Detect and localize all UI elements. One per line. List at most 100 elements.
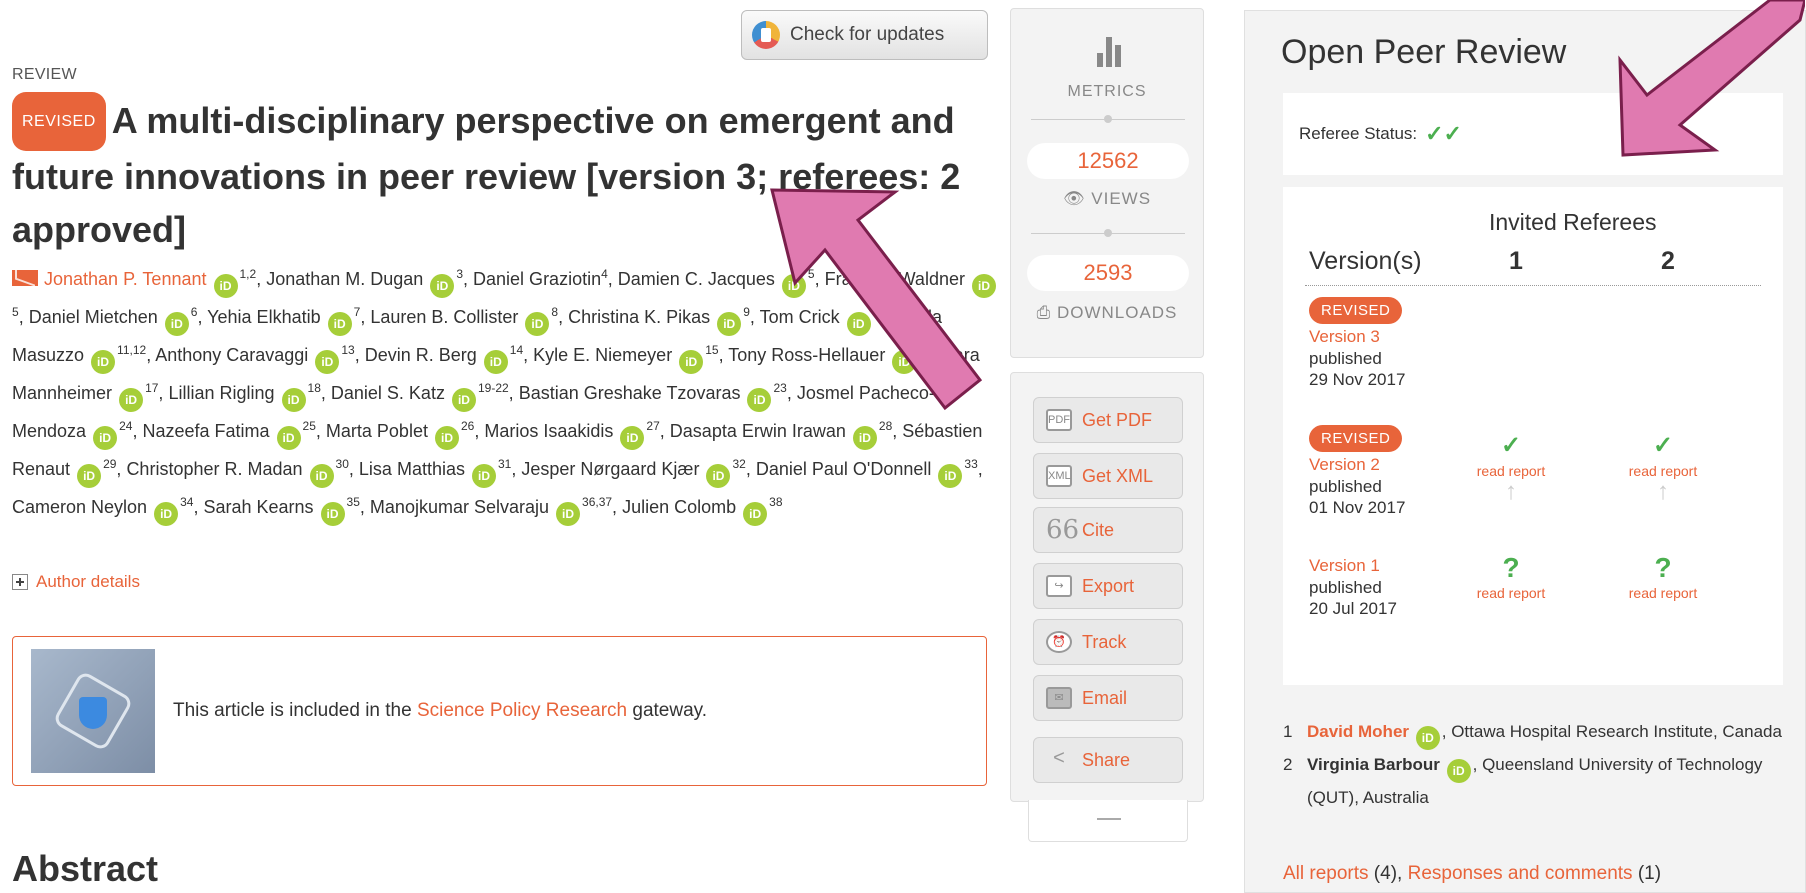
versions-header: Version(s) [1309,247,1422,275]
tools-collapse-handle[interactable] [1028,800,1188,842]
cite-button[interactable]: 66 Cite [1033,507,1183,553]
author[interactable]: Christopher R. Madan iD30 [126,457,349,488]
orcid-icon[interactable]: iD [327,312,352,336]
get-xml-button[interactable]: XML Get XML [1033,453,1183,499]
author[interactable]: Dasapta Erwin Irawan iD28 [670,419,892,450]
author[interactable]: Daniel Mietchen iD6 [29,305,197,336]
affiliation-number: 18 [307,381,321,395]
author[interactable]: Anthony Caravaggi iD13 [155,343,355,374]
orcid-icon[interactable]: iD [213,274,238,298]
orcid-icon[interactable]: iD [706,464,731,488]
orcid-icon[interactable]: iD [852,426,877,450]
author[interactable]: Tony Ross-Hellauer iD16 [728,343,932,374]
version-link[interactable]: Version 3 [1309,326,1405,348]
referee-2-header: 2 [1661,247,1675,275]
orcid-icon[interactable]: iD [119,388,144,412]
orcid-icon[interactable]: iD [620,426,645,450]
orcid-icon[interactable]: iD [938,464,963,488]
author[interactable]: Bastian Greshake Tzovaras iD23 [519,381,787,412]
orcid-icon[interactable]: iD [434,426,459,450]
author-name: Christina K. Pikas [568,307,711,327]
orcid-icon[interactable]: iD [717,312,742,336]
read-report-link[interactable]: read report [1451,463,1571,479]
export-button[interactable]: ↪ Export [1033,563,1183,609]
orcid-icon[interactable]: iD [892,350,917,374]
author[interactable]: Julien Colomb iD38 [622,495,783,526]
read-report-link[interactable]: read report [1603,585,1723,601]
author[interactable]: Daniel Graziotin4 [473,267,608,289]
share-button[interactable]: < Share [1033,737,1183,783]
author[interactable]: Daniel Paul O'Donnell iD33 [756,457,978,488]
orcid-icon[interactable]: iD [846,312,871,336]
email-button[interactable]: ✉ Email [1033,675,1183,721]
orcid-icon[interactable]: iD [91,350,116,374]
get-pdf-button[interactable]: PDF Get PDF [1033,397,1183,443]
orcid-icon[interactable]: iD [164,312,189,336]
author-name: Daniel Graziotin [473,269,602,289]
author[interactable]: Marios Isaakidis iD27 [484,419,660,450]
orcid-icon[interactable]: iD [309,464,334,488]
author[interactable]: Cameron Neylon iD34 [12,495,193,526]
orcid-icon[interactable]: iD [472,464,496,488]
orcid-icon[interactable]: iD [972,274,996,298]
orcid-icon[interactable]: iD [320,502,345,526]
affiliation-number: 23 [773,381,787,395]
downloads-label-text: DOWNLOADS [1056,303,1178,322]
author-name: Lisa Matthias [358,459,465,479]
orcid-icon[interactable]: iD [315,350,340,374]
orcid-icon[interactable]: iD [451,388,476,412]
affiliation-number: 32 [732,457,746,471]
gateway-link[interactable]: Science Policy Research [417,700,627,721]
author[interactable]: Manojkumar Selvaraju iD36,37 [370,495,612,526]
author[interactable]: Lillian Rigling iD18 [168,381,321,412]
author[interactable]: Daniel S. Katz iD19-22 [331,381,509,412]
affiliation-number: 31 [498,457,512,471]
revised-badge: REVISED [1309,425,1403,452]
published-label: published [1309,578,1382,597]
orcid-icon[interactable]: iD [154,502,179,526]
version-link[interactable]: Version 2 [1309,454,1405,476]
orcid-icon[interactable]: iD [1446,759,1471,783]
author[interactable]: Nazeefa Fatima iD25 [142,419,316,450]
all-reports-link[interactable]: All reports [1283,863,1369,884]
orcid-icon[interactable]: iD [276,426,301,450]
gateway-thumbnail[interactable] [31,649,155,773]
orcid-icon[interactable]: iD [781,274,806,298]
version-row: REVISED Version 3 published 29 Nov 2017 [1309,297,1405,390]
author-details-toggle[interactable]: Author details [12,572,140,592]
referee-name[interactable]: David Moher [1307,722,1409,741]
orcid-icon[interactable]: iD [747,388,772,412]
author[interactable]: Marta Poblet iD26 [326,419,474,450]
orcid-icon[interactable]: iD [525,312,550,336]
author[interactable]: Lauren B. Collister iD8 [370,305,558,336]
author[interactable]: Lisa Matthias iD31 [358,457,512,488]
orcid-icon[interactable]: iD [679,350,704,374]
version-link[interactable]: Version 1 [1309,555,1397,577]
author-name: Devin R. Berg [364,345,477,365]
orcid-icon[interactable]: iD [743,502,768,526]
orcid-icon[interactable]: iD [430,274,455,298]
author[interactable]: Damien C. Jacques iD5 [618,267,815,298]
orcid-icon[interactable]: iD [93,426,118,450]
author[interactable]: Jesper Nørgaard Kjær iD32 [521,457,746,488]
orcid-icon[interactable]: iD [556,502,581,526]
author[interactable]: Kyle E. Niemeyer iD15 [533,343,719,374]
export-icon: ↪ [1046,575,1072,597]
author[interactable]: Sarah Kearns iD35 [203,495,360,526]
author[interactable]: Yehia Elkhatib iD7 [207,305,360,336]
orcid-icon[interactable]: iD [281,388,306,412]
corresponding-author[interactable]: Jonathan P. Tennant iD1,2 [12,267,256,298]
reservations-question-icon: ? [1502,552,1520,583]
read-report-link[interactable]: read report [1451,585,1571,601]
orcid-icon[interactable]: iD [1415,726,1440,750]
orcid-icon[interactable]: iD [483,350,508,374]
author[interactable]: Jonathan M. Dugan iD3 [266,267,463,298]
responses-link[interactable]: Responses and comments [1408,863,1633,884]
track-button[interactable]: ⏰ Track [1033,619,1183,665]
check-for-updates-button[interactable]: Check for updates [741,10,988,60]
author[interactable]: Tom Crick iD10 [760,305,886,336]
author[interactable]: Devin R. Berg iD14 [364,343,523,374]
orcid-icon[interactable]: iD [77,464,102,488]
author[interactable]: Christina K. Pikas iD9 [568,305,750,336]
read-report-link[interactable]: read report [1603,463,1723,479]
